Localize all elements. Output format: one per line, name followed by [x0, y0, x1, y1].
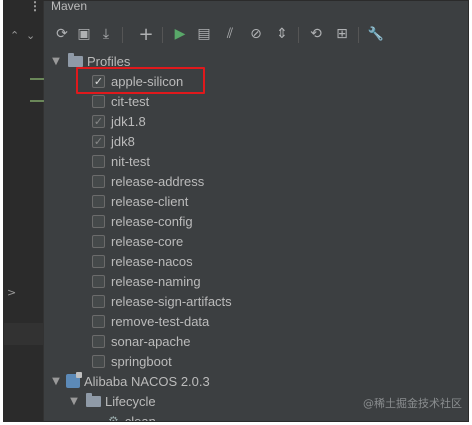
profile-label: jdk1.8 — [111, 113, 146, 129]
profile-item[interactable]: release-naming — [92, 271, 201, 291]
profile-label: release-sign-artifacts — [111, 293, 232, 309]
profile-item[interactable]: cit-test — [92, 91, 149, 111]
profile-item[interactable]: remove-test-data — [92, 311, 209, 331]
gutter-marker — [30, 100, 44, 102]
watermark: @稀土掘金技术社区 — [363, 397, 462, 410]
vertical-dots-icon[interactable]: ⋮ — [29, 1, 41, 13]
profile-item[interactable]: springboot — [92, 351, 172, 371]
profile-label: remove-test-data — [111, 313, 210, 329]
panel-title: Maven — [51, 0, 88, 13]
profile-checkbox[interactable] — [92, 254, 105, 268]
profile-item[interactable]: release-config — [92, 211, 193, 231]
profile-item[interactable]: release-nacos — [92, 251, 193, 271]
profile-item[interactable]: release-sign-artifacts — [92, 291, 232, 311]
profile-item[interactable]: release-address — [92, 171, 204, 191]
lifecycle-label: Lifecycle — [105, 393, 156, 409]
profile-checkbox[interactable] — [92, 194, 105, 208]
profile-checkbox[interactable] — [92, 94, 105, 108]
profile-label: jdk8 — [111, 133, 135, 149]
settings-wrench-icon[interactable]: 🔧 — [366, 24, 386, 44]
profile-item[interactable]: release-core — [92, 231, 183, 251]
folder-icon — [68, 52, 83, 67]
chevron-down-icon[interactable]: ▼ — [68, 396, 80, 407]
profile-label: release-address — [111, 173, 205, 189]
profile-checkbox[interactable] — [92, 174, 105, 188]
profile-checkbox[interactable] — [92, 214, 105, 228]
profile-item[interactable]: sonar-apache — [92, 331, 191, 351]
gear-icon: ⚙ — [108, 414, 119, 422]
project-label: Alibaba NACOS 2.0.3 — [84, 373, 210, 389]
run-config-icon[interactable]: ▤ — [194, 24, 214, 44]
profile-checkbox[interactable] — [92, 234, 105, 248]
profile-label: release-nacos — [111, 253, 193, 269]
tree-node-lifecycle[interactable]: ▼ Lifecycle — [68, 391, 156, 411]
reload-icon[interactable]: ⟳ — [52, 24, 72, 44]
toolbar-separator — [162, 27, 163, 43]
align-icon[interactable]: ⊞ — [332, 24, 352, 44]
run-icon[interactable]: ▶ — [170, 24, 190, 44]
profile-item[interactable]: nit-test — [92, 151, 150, 171]
chevron-down-icon[interactable]: ▼ — [50, 56, 62, 67]
panel-header: ⋮ Maven — [4, 1, 468, 17]
gutter-marker — [30, 78, 44, 80]
clean-label: clean — [124, 413, 156, 422]
chevron-down-icon[interactable]: ⌄ — [26, 29, 35, 42]
profile-checkbox[interactable] — [92, 274, 105, 288]
profile-checkbox[interactable] — [92, 354, 105, 368]
add-folder-icon[interactable]: ▣ — [74, 24, 94, 44]
profile-item[interactable]: ✓ jdk8 — [92, 131, 135, 151]
profile-checkbox[interactable] — [92, 314, 105, 328]
profile-label: release-client — [111, 193, 189, 209]
toolbar-separator — [122, 27, 123, 43]
editor-gutter: ⌃ ⌄ > — [4, 1, 44, 421]
chevron-up-icon[interactable]: ⌃ — [10, 29, 19, 42]
profile-label: release-naming — [111, 273, 201, 289]
maven-tool-window: ⌃ ⌄ > ⋮ Maven ⟳ ▣ ⤓ + ▶ ▤ ⫽ ⊘ ⇕ ⟲ ⊞ 🔧 ▼ … — [3, 0, 469, 422]
profile-item[interactable]: ✓ jdk1.8 — [92, 111, 146, 131]
highlight-box — [76, 67, 205, 94]
toggle-offline-icon[interactable]: ⫽ — [220, 24, 240, 44]
collapse-icon[interactable]: ⇕ — [272, 24, 292, 44]
tree-node-project[interactable]: ▼ Alibaba NACOS 2.0.3 — [50, 371, 210, 391]
profile-label: release-config — [111, 213, 193, 229]
download-icon[interactable]: ⤓ — [96, 24, 116, 44]
tree-node-clean[interactable]: ⚙ clean — [106, 411, 156, 422]
profile-label: nit-test — [111, 153, 151, 169]
toolbar-separator — [358, 27, 359, 43]
profile-checkbox[interactable] — [92, 334, 105, 348]
maven-project-icon — [66, 372, 82, 388]
profile-item[interactable]: release-client — [92, 191, 188, 211]
gutter-band — [4, 323, 44, 345]
profile-label: cit-test — [111, 93, 150, 109]
expand-arrow-icon[interactable]: > — [7, 286, 16, 299]
profile-label: release-core — [111, 233, 184, 249]
skip-tests-icon[interactable]: ⊘ — [246, 24, 266, 44]
profile-checkbox[interactable] — [92, 154, 105, 168]
add-icon[interactable]: + — [136, 24, 156, 45]
dependencies-icon[interactable]: ⟲ — [306, 24, 326, 44]
chevron-down-icon[interactable]: ▼ — [50, 376, 62, 387]
maven-toolbar: ⟳ ▣ ⤓ + ▶ ▤ ⫽ ⊘ ⇕ ⟲ ⊞ 🔧 — [44, 21, 468, 49]
profile-label: sonar-apache — [111, 333, 191, 349]
folder-icon — [86, 392, 101, 407]
profile-checkbox[interactable]: ✓ — [92, 134, 105, 148]
profile-checkbox[interactable]: ✓ — [92, 114, 105, 128]
profile-checkbox[interactable] — [92, 294, 105, 308]
profile-label: springboot — [111, 353, 172, 369]
toolbar-separator — [298, 27, 299, 43]
